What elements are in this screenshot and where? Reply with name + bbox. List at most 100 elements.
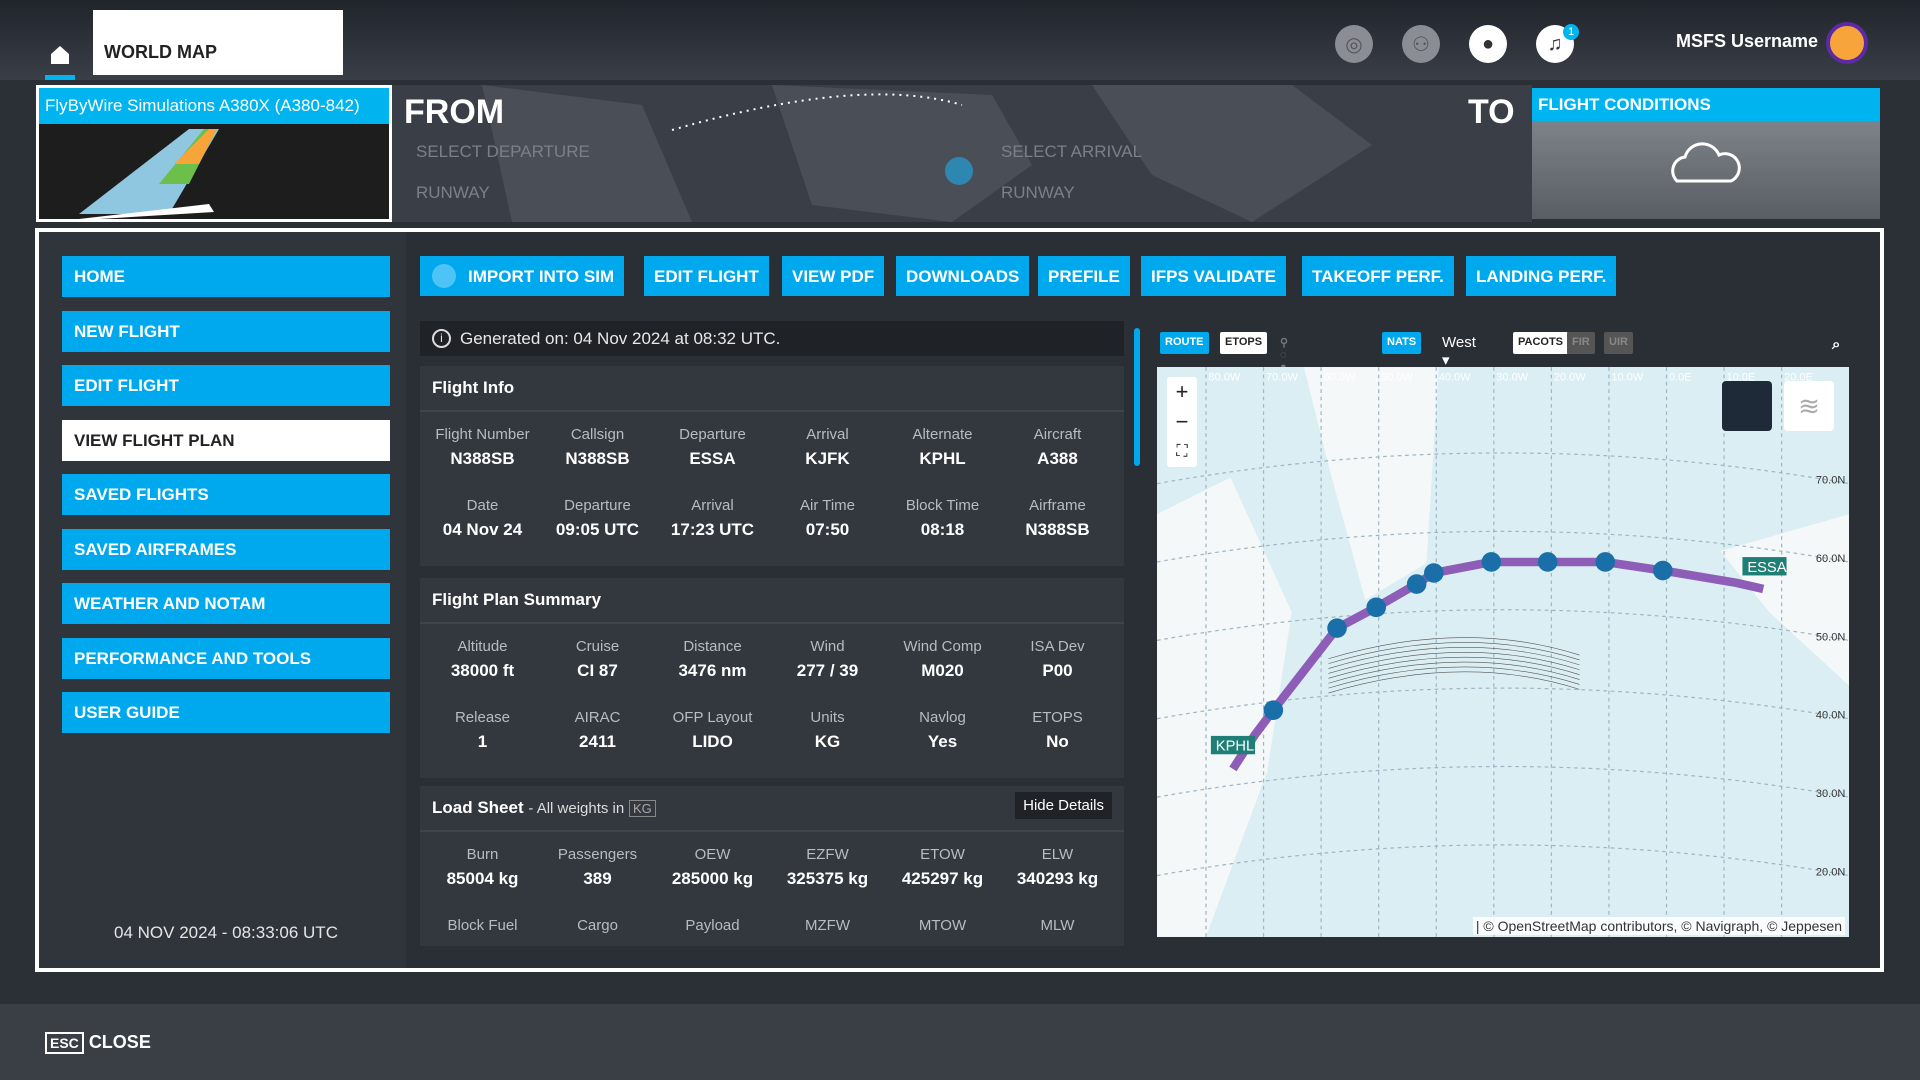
cell-label: ISA Dev	[1030, 638, 1085, 655]
tab-world-map[interactable]: WORLD MAP	[93, 10, 343, 75]
downloads-button[interactable]: DOWNLOADS	[896, 256, 1030, 296]
info-cell: Airframe N388SB	[1000, 497, 1115, 540]
origin-label: ESSA	[1747, 560, 1786, 576]
waypoint[interactable]	[1481, 552, 1502, 572]
layers-icon[interactable]: ≋	[1784, 381, 1834, 431]
nats-direction-value: West	[1442, 334, 1476, 351]
layer-icons[interactable]: ⚲ ◌ ● ✎	[1275, 332, 1294, 386]
dark-mode-button[interactable]	[1722, 381, 1772, 431]
waypoint[interactable]	[1366, 597, 1387, 618]
marketplace-icon[interactable]: ◎	[1335, 25, 1373, 63]
select-arrival[interactable]: SELECT ARRIVAL	[1001, 142, 1142, 162]
load-subtitle: - All weights in	[528, 800, 625, 817]
sidebar-item-performance-and-tools[interactable]: PERFORMANCE AND TOOLS	[62, 637, 390, 679]
cell-value: 04 Nov 24	[442, 520, 523, 539]
cell-label: Wind Comp	[903, 638, 982, 655]
profile-icon[interactable]: ●	[1469, 25, 1507, 63]
waypoint[interactable]	[1327, 618, 1347, 638]
view-pdf-button[interactable]: VIEW PDF	[782, 256, 885, 296]
cell-label: MZFW	[805, 917, 850, 934]
select-departure[interactable]: SELECT DEPARTURE	[416, 142, 590, 162]
uir-toggle[interactable]: UIR	[1604, 332, 1633, 354]
cell-value: 285000 kg	[671, 869, 754, 888]
bottom-bar	[0, 1004, 1920, 1080]
lat-label: 40.0N	[1816, 710, 1845, 722]
info-cell: Burn 85004 kg	[425, 846, 540, 889]
username[interactable]: MSFS Username	[1676, 31, 1818, 52]
waypoint[interactable]	[1653, 560, 1673, 581]
cell-value: KJFK	[805, 449, 850, 468]
etops-toggle[interactable]: ETOPS	[1220, 332, 1268, 354]
lon-label: 60.0W	[1324, 372, 1356, 384]
sidebar-item-view-flight-plan[interactable]: VIEW FLIGHT PLAN	[62, 419, 390, 461]
pacots-toggle[interactable]: PACOTS	[1513, 332, 1569, 354]
cell-label: MTOW	[918, 917, 967, 934]
info-cell: MLW	[1000, 917, 1115, 940]
cell-value: 3476 nm	[678, 661, 747, 680]
avatar[interactable]	[1826, 22, 1868, 64]
unit-badge[interactable]: KG	[628, 800, 656, 817]
waypoint[interactable]	[1406, 574, 1427, 594]
generated-banner: i Generated on: 04 Nov 2024 at 08:32 UTC.	[420, 321, 1124, 356]
route-map[interactable]: 80.0W 70.0W 60.0W 50.0W 40.0W 30.0W 20.0W 10.0W…	[1157, 367, 1849, 937]
friends-icon[interactable]: ⚇	[1402, 25, 1440, 63]
sidebar-item-saved-airframes[interactable]: SAVED AIRFRAMES	[62, 528, 390, 570]
landing-perf-button[interactable]: LANDING PERF.	[1466, 256, 1617, 296]
cell-value: CI 87	[577, 661, 618, 680]
cell-label: Payload	[685, 917, 740, 934]
fullscreen-icon[interactable]: ⛶	[1167, 437, 1197, 467]
lon-label: 20.0W	[1554, 372, 1586, 384]
nats-toggle[interactable]: NATS	[1382, 332, 1422, 354]
nats-direction-select[interactable]: West ▾	[1437, 330, 1481, 369]
cell-value: 17:23 UTC	[670, 520, 755, 539]
info-cell: Passengers 389	[540, 846, 655, 889]
sidebar-item-edit-flight[interactable]: EDIT FLIGHT	[62, 365, 390, 406]
button-label: EDIT FLIGHT	[654, 267, 759, 286]
info-cell: Altitude 38000 ft	[425, 638, 540, 681]
sidebar-item-weather-and-notam[interactable]: WEATHER AND NOTAM	[62, 583, 390, 624]
route-toggle[interactable]: ROUTE	[1160, 332, 1209, 354]
cell-label: OFP Layout	[672, 709, 753, 726]
info-icon: i	[432, 329, 451, 348]
hide-details-button[interactable]: Hide Details	[1015, 792, 1112, 819]
cell-value: 325375 kg	[786, 869, 869, 888]
waypoint[interactable]	[1537, 552, 1558, 572]
import-icon	[432, 264, 456, 288]
info-cell: Arrival KJFK	[770, 426, 885, 469]
sidebar-item-new-flight[interactable]: NEW FLIGHT	[62, 310, 390, 352]
cell-value: 389	[583, 869, 612, 888]
home-tab[interactable]	[45, 40, 75, 80]
cell-label: ELW	[1041, 846, 1074, 863]
cell-label: AIRAC	[574, 709, 621, 726]
edit-flight-button[interactable]: EDIT FLIGHT	[644, 256, 769, 296]
waypoint[interactable]	[1263, 700, 1284, 720]
info-cell: MTOW	[885, 917, 1000, 940]
waypoint[interactable]	[1424, 563, 1444, 583]
zoom-out-button[interactable]: −	[1167, 407, 1197, 437]
info-cell: OEW 285000 kg	[655, 846, 770, 889]
import-into-sim-button[interactable]: IMPORT INTO SIM	[420, 256, 625, 296]
scrollbar[interactable]	[1134, 328, 1140, 466]
sidebar-item-user-guide[interactable]: USER GUIDE	[62, 692, 390, 733]
ifps-validate-button[interactable]: IFPS VALIDATE	[1141, 256, 1286, 296]
section-title: Flight Info	[420, 366, 1124, 412]
departure-runway[interactable]: RUNWAY	[416, 183, 490, 203]
sidebar-item-home[interactable]: HOME	[62, 256, 390, 297]
waypoint[interactable]	[1595, 552, 1616, 572]
arrival-runway[interactable]: RUNWAY	[1001, 183, 1075, 203]
map-search-icon[interactable]: ⌕	[1827, 332, 1845, 354]
lon-label: 30.0W	[1496, 372, 1528, 384]
sidebar-item-saved-flights[interactable]: SAVED FLIGHTS	[62, 474, 390, 515]
cell-label: Release	[454, 709, 511, 726]
prefile-button[interactable]: PREFILE	[1038, 256, 1130, 296]
fir-toggle[interactable]: FIR	[1567, 332, 1595, 354]
close-button[interactable]: ESC CLOSE	[45, 1032, 151, 1054]
takeoff-perf-button[interactable]: TAKEOFF PERF.	[1302, 256, 1454, 296]
flight-conditions-card[interactable]: FLIGHT CONDITIONS	[1532, 88, 1880, 219]
cell-label: Block Time	[905, 497, 980, 514]
lat-label: 50.0N	[1816, 631, 1845, 643]
route-line	[1229, 557, 1765, 772]
zoom-in-button[interactable]: +	[1167, 377, 1197, 407]
lon-label: 10.0W	[1611, 372, 1643, 384]
aircraft-card[interactable]: FlyByWire Simulations A380X (A380-842)	[36, 85, 392, 222]
